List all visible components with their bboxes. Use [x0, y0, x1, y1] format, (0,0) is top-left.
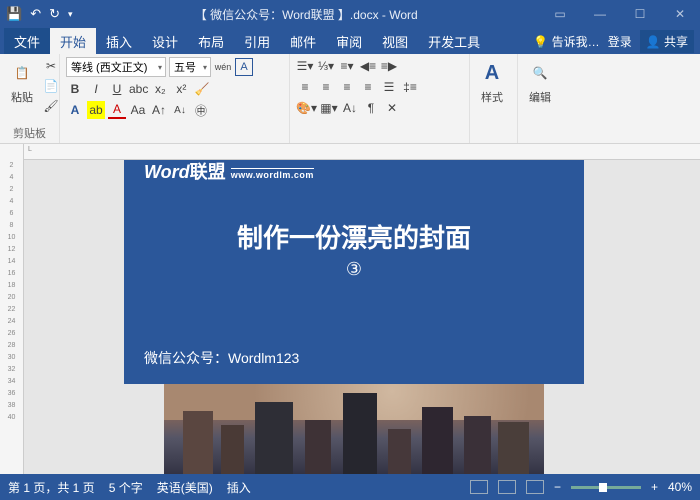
decrease-indent-icon[interactable]: ◀≡ [359, 57, 377, 75]
font-name-combo[interactable]: 等线 (西文正文) [66, 57, 166, 77]
zoom-slider[interactable] [571, 486, 641, 489]
show-marks-icon[interactable]: ¶ [362, 99, 380, 117]
tab-mailings[interactable]: 邮件 [280, 28, 326, 54]
view-web-icon[interactable] [526, 480, 544, 494]
borders-icon[interactable]: ▦▾ [320, 99, 338, 117]
distribute-icon[interactable]: ☰ [380, 78, 398, 96]
tell-me[interactable]: 💡 告诉我… [533, 33, 599, 50]
subscript-button[interactable]: x₂ [151, 80, 169, 98]
align-left-icon[interactable]: ≡ [296, 78, 314, 96]
superscript-button[interactable]: x² [172, 80, 190, 98]
close-icon[interactable]: ✕ [660, 0, 700, 28]
tab-home[interactable]: 开始 [50, 28, 96, 54]
font-size-combo[interactable]: 五号 [169, 57, 211, 77]
slide-title: 制作一份漂亮的封面 [144, 218, 564, 255]
enclose-char-icon[interactable]: ㊥ [192, 101, 210, 119]
paste-button[interactable]: 📋 粘贴 [6, 57, 38, 107]
tab-view[interactable]: 视图 [372, 28, 418, 54]
line-spacing-icon[interactable]: ‡≡ [401, 78, 419, 96]
quick-access-toolbar: 💾 ↶ ↻ ▾ [0, 6, 73, 22]
status-word-count[interactable]: 5 个字 [109, 479, 143, 496]
slide-logo-url: www.wordlm.com [231, 168, 314, 180]
styles-icon: A [478, 59, 506, 87]
copy-icon[interactable]: 📄 [42, 77, 60, 95]
title-bar: 💾 ↶ ↻ ▾ 【 微信公众号：Word联盟 】.docx - Word ▭ —… [0, 0, 700, 28]
group-clipboard: 📋 粘贴 ✂ 📄 🖌 剪贴板 [0, 54, 60, 143]
vertical-ruler[interactable]: 24 24 68 1012 1416 1820 2224 2628 3032 3… [0, 144, 24, 474]
window-controls: ▭ — ☐ ✕ [540, 0, 700, 28]
justify-icon[interactable]: ≡ [359, 78, 377, 96]
overlay-slide: Word联盟 www.wordlm.com 制作一份漂亮的封面 ③ 微信公众号：… [124, 160, 584, 384]
group-paragraph: ☰▾ ⅓▾ ≡▾ ◀≡ ≡▶ ≡ ≡ ≡ ≡ ☰ ‡≡ 🎨▾ ▦▾ A↓ ¶ ✕ [290, 54, 470, 143]
strikethrough-button[interactable]: abc [129, 80, 148, 98]
slide-number: ③ [144, 259, 564, 280]
login-button[interactable]: 登录 [608, 33, 632, 50]
char-border-icon[interactable]: A [235, 58, 253, 76]
paste-icon: 📋 [8, 59, 36, 87]
tab-file[interactable]: 文件 [4, 28, 50, 54]
tab-layout[interactable]: 布局 [188, 28, 234, 54]
zoom-level[interactable]: 40% [668, 480, 692, 494]
clear-format-icon[interactable]: 🧹 [193, 80, 211, 98]
increase-indent-icon[interactable]: ≡▶ [380, 57, 398, 75]
tab-developer[interactable]: 开发工具 [418, 28, 490, 54]
bullets-icon[interactable]: ☰▾ [296, 57, 314, 75]
styles-button[interactable]: A 样式 [476, 57, 508, 107]
underline-button[interactable]: U [108, 80, 126, 98]
ribbon-tabs: 文件 开始 插入 设计 布局 引用 邮件 审阅 视图 开发工具 💡 告诉我… 登… [0, 28, 700, 54]
sort-icon[interactable]: A↓ [341, 99, 359, 117]
grow-font-icon[interactable]: A↑ [150, 101, 168, 119]
font-color-icon[interactable]: A [108, 101, 126, 119]
cut-icon[interactable]: ✂ [42, 57, 60, 75]
tab-design[interactable]: 设计 [142, 28, 188, 54]
status-bar: 第 1 页，共 1 页 5 个字 英语(美国) 插入 − + 40% [0, 474, 700, 500]
view-read-icon[interactable] [470, 480, 488, 494]
page-canvas[interactable]: Word联盟 www.wordlm.com 制作一份漂亮的封面 ③ 微信公众号：… [24, 160, 700, 474]
shrink-font-icon[interactable]: A↓ [171, 101, 189, 119]
document-area: L 24 24 68 1012 1416 1820 2224 2628 3032… [0, 144, 700, 474]
bold-button[interactable]: B [66, 80, 84, 98]
status-language[interactable]: 英语(美国) [157, 479, 213, 496]
zoom-out-button[interactable]: − [554, 480, 561, 494]
align-center-icon[interactable]: ≡ [317, 78, 335, 96]
editing-button[interactable]: 🔍 编辑 [524, 57, 556, 107]
change-case-icon[interactable]: Aa [129, 101, 147, 119]
group-font: 等线 (西文正文) 五号 wén A B I U abc x₂ x² 🧹 A a… [60, 54, 290, 143]
slide-logo: Word联盟 www.wordlm.com [144, 160, 564, 184]
status-page[interactable]: 第 1 页，共 1 页 [8, 479, 95, 496]
minimize-icon[interactable]: — [580, 0, 620, 28]
window-title: 【 微信公众号：Word联盟 】.docx - Word [73, 6, 540, 23]
ruler-tab-mark: L [28, 146, 32, 153]
zoom-in-button[interactable]: + [651, 480, 658, 494]
highlight-icon[interactable]: ab [87, 101, 105, 119]
ribbon-options-icon[interactable]: ▭ [540, 0, 580, 28]
numbering-icon[interactable]: ⅓▾ [317, 57, 335, 75]
group-editing: 🔍 编辑 [518, 54, 566, 143]
status-insert-mode[interactable]: 插入 [227, 479, 251, 496]
text-effects-icon[interactable]: A [66, 101, 84, 119]
maximize-icon[interactable]: ☐ [620, 0, 660, 28]
save-icon[interactable]: 💾 [6, 6, 22, 22]
slide-footer: 微信公众号：Wordlm123 [144, 348, 299, 368]
view-print-icon[interactable] [498, 480, 516, 494]
share-button[interactable]: 👤 共享 [640, 30, 694, 53]
italic-button[interactable]: I [87, 80, 105, 98]
shading-icon[interactable]: 🎨▾ [296, 99, 317, 117]
ribbon: 📋 粘贴 ✂ 📄 🖌 剪贴板 等线 (西文正文) 五号 wén A B I U [0, 54, 700, 144]
cover-image [164, 384, 544, 474]
undo-icon[interactable]: ↶ [30, 6, 41, 22]
horizontal-ruler[interactable]: L [24, 144, 700, 160]
group-label-clipboard: 剪贴板 [6, 123, 53, 141]
tab-insert[interactable]: 插入 [96, 28, 142, 54]
align-right-icon[interactable]: ≡ [338, 78, 356, 96]
redo-icon[interactable]: ↻ [49, 6, 60, 22]
phonetic-guide-icon[interactable]: wén [214, 58, 232, 76]
group-styles: A 样式 [470, 54, 518, 143]
find-icon: 🔍 [526, 59, 554, 87]
tab-review[interactable]: 审阅 [326, 28, 372, 54]
tab-references[interactable]: 引用 [234, 28, 280, 54]
text-direction-icon[interactable]: ✕ [383, 99, 401, 117]
format-painter-icon[interactable]: 🖌 [42, 97, 60, 115]
multilevel-icon[interactable]: ≡▾ [338, 57, 356, 75]
